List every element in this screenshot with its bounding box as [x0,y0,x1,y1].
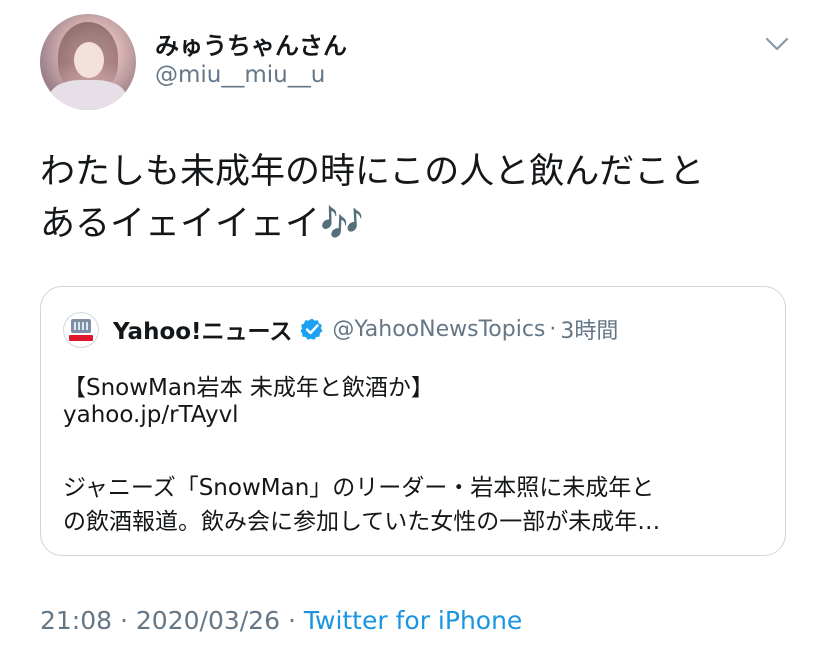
logo-brand-strip [69,335,93,341]
avatar[interactable] [40,14,136,110]
tweet-date[interactable]: 2020/03/26 [136,606,280,635]
quoted-tweet-header: Yahoo!ニュース @YahooNewsTopics · 3時間 [113,312,618,346]
yahoo-news-logo-icon[interactable] [63,312,99,348]
tweet-meta: 21:08 · 2020/03/26 · Twitter for iPhone [40,606,522,635]
quoted-summary: ジャニーズ「SnowMan」のリーダー・岩本照に未成年と の飲酒報道。飲み会に参… [63,475,661,535]
tweet-text: わたしも未成年の時にこの人と飲んだこと あるイェイイェイ🎶 [40,152,705,244]
quoted-tweet-card[interactable]: Yahoo!ニュース @YahooNewsTopics · 3時間 【SnowM… [40,286,786,556]
tweet-time[interactable]: 21:08 [40,606,112,635]
chevron-down-icon[interactable] [764,34,790,54]
avatar-body [50,80,126,110]
user-handle[interactable]: @miu__miu__u [155,62,325,88]
quoted-timestamp[interactable]: 3時間 [560,313,618,345]
avatar-face [74,42,104,78]
display-name[interactable]: みゅうちゃんさん [155,26,347,61]
meta-separator-2: · [287,606,296,635]
quoted-headline: 【SnowMan岩本 未成年と飲酒か】 [63,375,434,401]
meta-separator-1: · [120,606,128,635]
quoted-link[interactable]: yahoo.jp/rTAyvl [63,402,239,428]
verified-badge-icon [300,318,323,340]
logo-screen [71,319,91,333]
quoted-separator: · [549,316,557,342]
quoted-handle[interactable]: @YahooNewsTopics [332,317,545,342]
quoted-display-name[interactable]: Yahoo!ニュース [113,312,292,346]
tweet-source-link[interactable]: Twitter for iPhone [304,606,522,635]
